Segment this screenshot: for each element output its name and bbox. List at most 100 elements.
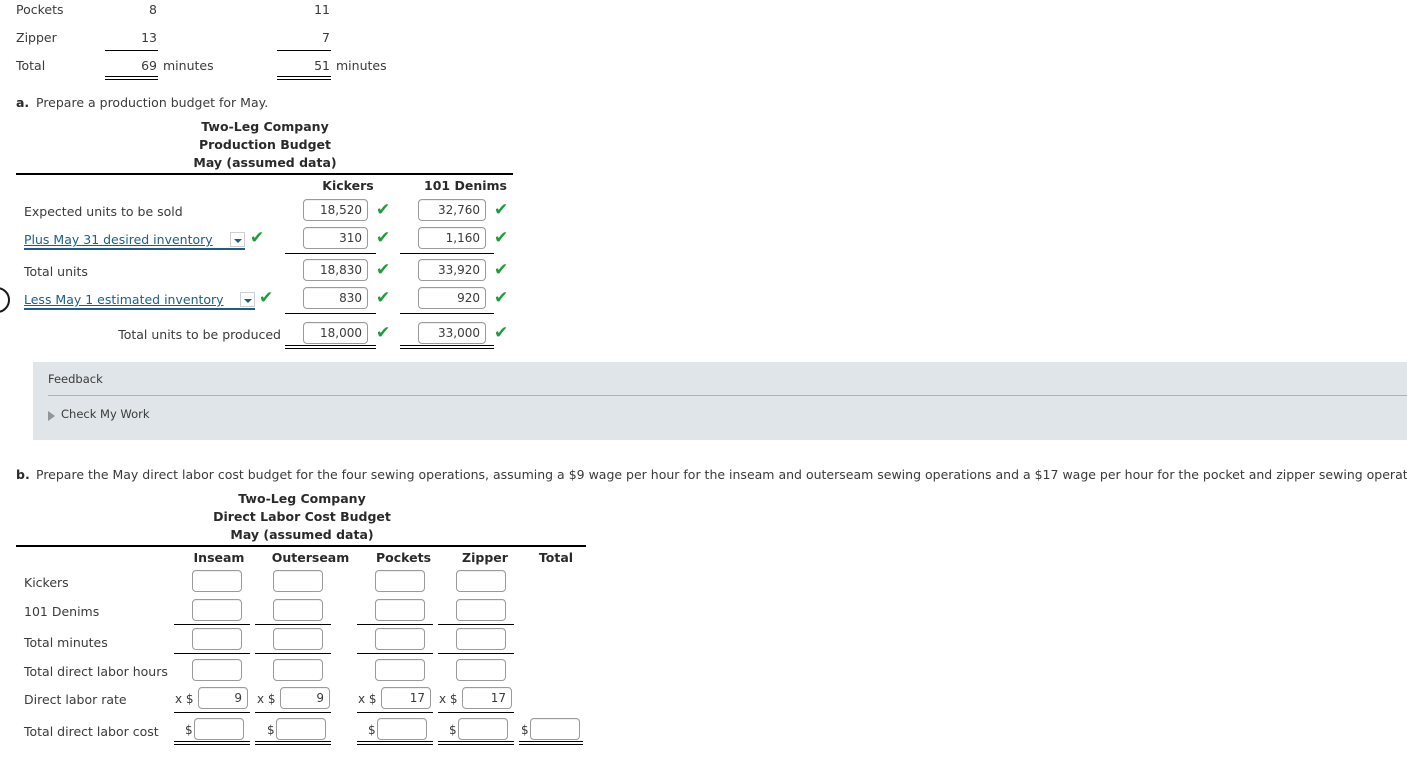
input-denims-outerseam[interactable] (273, 599, 323, 621)
dollar-prefix-pockets: $ (368, 723, 376, 737)
input-total-minutes-outerseam[interactable] (273, 628, 323, 650)
input-labor-hours-pockets[interactable] (375, 659, 425, 681)
input-desired-inventory-denims[interactable] (418, 227, 486, 249)
grand-total-double-rule-kickers (285, 345, 376, 349)
input-denims-pockets[interactable] (375, 599, 425, 621)
part-a-letter: a. (16, 95, 30, 110)
grand-total-double-rule-total (519, 741, 583, 745)
input-labor-rate-zipper[interactable] (462, 687, 512, 709)
row-label-kickers: Kickers (24, 575, 69, 590)
row-value-denims: 7 (322, 30, 330, 45)
subtotal-rule-outerseam (255, 624, 331, 625)
input-estimated-inventory-denims[interactable] (418, 287, 486, 309)
column-header-total: Total (538, 550, 574, 565)
subtotal-rule-inseam-2 (174, 653, 250, 654)
row-label-expected-units-sold: Expected units to be sold (24, 204, 183, 219)
grand-total-double-rule-pockets (357, 741, 433, 745)
subtotal-rule-pockets (357, 624, 433, 625)
row-value-kickers: 69 (141, 58, 157, 73)
correct-check-icon: ✔ (376, 288, 391, 308)
row-label-total-units: Total units (24, 264, 88, 279)
production-budget-title-line2: Production Budget (198, 137, 332, 152)
correct-check-icon: ✔ (250, 228, 265, 248)
chevron-down-icon[interactable] (230, 232, 245, 247)
subtotal-rule-inseam (174, 624, 250, 625)
correct-check-icon: ✔ (376, 260, 391, 280)
input-total-units-kickers[interactable] (303, 259, 368, 281)
input-total-minutes-inseam[interactable] (192, 628, 242, 650)
input-kickers-zipper[interactable] (456, 570, 506, 592)
input-labor-cost-pockets[interactable] (377, 718, 427, 740)
row-label-total-minutes: Total minutes (24, 635, 108, 650)
correct-check-icon: ✔ (494, 323, 509, 343)
expand-triangle-icon[interactable] (48, 411, 55, 421)
part-a-instruction: Prepare a production budget for May. (36, 95, 269, 110)
row-label: Pockets (16, 2, 64, 17)
input-total-produced-denims[interactable] (418, 322, 486, 344)
feedback-panel: Feedback Check My Work (33, 362, 1407, 440)
check-my-work-link[interactable]: Check My Work (61, 407, 150, 421)
partial-circle-marker (0, 287, 10, 313)
subtotal-rule-denims (400, 253, 494, 254)
input-labor-rate-pockets[interactable] (381, 687, 431, 709)
input-labor-cost-inseam[interactable] (194, 718, 244, 740)
input-total-units-denims[interactable] (418, 259, 486, 281)
subtotal-rule-denims (277, 50, 331, 51)
input-labor-rate-inseam[interactable] (198, 687, 248, 709)
input-kickers-pockets[interactable] (375, 570, 425, 592)
input-labor-cost-outerseam[interactable] (276, 718, 326, 740)
grand-total-double-rule-outerseam (255, 741, 331, 745)
multiply-dollar-prefix-inseam: x $ (175, 692, 194, 706)
select-plus-may31-desired-inventory[interactable]: Plus May 31 desired inventory (24, 231, 245, 250)
row-unit-kickers: minutes (163, 58, 214, 73)
production-budget-header-rule (16, 173, 513, 175)
input-kickers-outerseam[interactable] (273, 570, 323, 592)
input-expected-units-kickers[interactable] (303, 199, 368, 221)
subtotal-rule-outerseam-3 (255, 712, 331, 713)
dollar-prefix-zipper: $ (449, 723, 457, 737)
input-total-produced-kickers[interactable] (303, 322, 368, 344)
column-header-zipper: Zipper (462, 550, 508, 565)
input-labor-hours-inseam[interactable] (192, 659, 242, 681)
input-labor-cost-total[interactable] (530, 718, 580, 740)
subtotal-rule-zipper (438, 624, 514, 625)
multiply-dollar-prefix-outerseam: x $ (257, 692, 276, 706)
grand-total-double-rule-inseam (174, 741, 250, 745)
row-value-denims: 11 (314, 2, 330, 17)
correct-check-icon: ✔ (494, 288, 509, 308)
row-label-total-direct-labor-cost: Total direct labor cost (24, 724, 159, 739)
input-kickers-inseam[interactable] (192, 570, 242, 592)
row-label-direct-labor-rate: Direct labor rate (24, 692, 127, 707)
labor-budget-title-line3: May (assumed data) (230, 527, 374, 542)
input-total-minutes-pockets[interactable] (375, 628, 425, 650)
chevron-down-icon[interactable] (240, 292, 255, 307)
correct-check-icon: ✔ (494, 200, 509, 220)
labor-budget-title-line2: Direct Labor Cost Budget (213, 509, 391, 524)
row-label-total-direct-labor-hours: Total direct labor hours (24, 664, 168, 679)
subtotal-rule-zipper-3 (438, 712, 514, 713)
input-labor-hours-zipper[interactable] (456, 659, 506, 681)
input-labor-hours-outerseam[interactable] (273, 659, 323, 681)
input-expected-units-denims[interactable] (418, 199, 486, 221)
correct-check-icon: ✔ (494, 228, 509, 248)
total-double-rule-denims (277, 76, 331, 80)
input-denims-zipper[interactable] (456, 599, 506, 621)
input-labor-rate-outerseam[interactable] (280, 687, 330, 709)
feedback-title: Feedback (48, 372, 103, 386)
input-desired-inventory-kickers[interactable] (303, 227, 368, 249)
row-label: Zipper (16, 30, 57, 45)
input-estimated-inventory-kickers[interactable] (303, 287, 368, 309)
multiply-dollar-prefix-pockets: x $ (358, 692, 377, 706)
input-total-minutes-zipper[interactable] (456, 628, 506, 650)
dollar-prefix-inseam: $ (185, 723, 193, 737)
row-label-total-units-produced: Total units to be produced (118, 327, 281, 342)
column-header-pockets: Pockets (375, 550, 432, 565)
subtotal-rule-denims-2 (400, 313, 494, 314)
input-denims-inseam[interactable] (192, 599, 242, 621)
select-label: Less May 1 estimated inventory (24, 292, 224, 307)
production-budget-title-line3: May (assumed data) (193, 155, 337, 170)
select-less-may1-estimated-inventory[interactable]: Less May 1 estimated inventory (24, 291, 255, 310)
input-labor-cost-zipper[interactable] (458, 718, 508, 740)
column-header-denims: 101 Denims (424, 178, 507, 193)
grand-total-double-rule-zipper (438, 741, 514, 745)
